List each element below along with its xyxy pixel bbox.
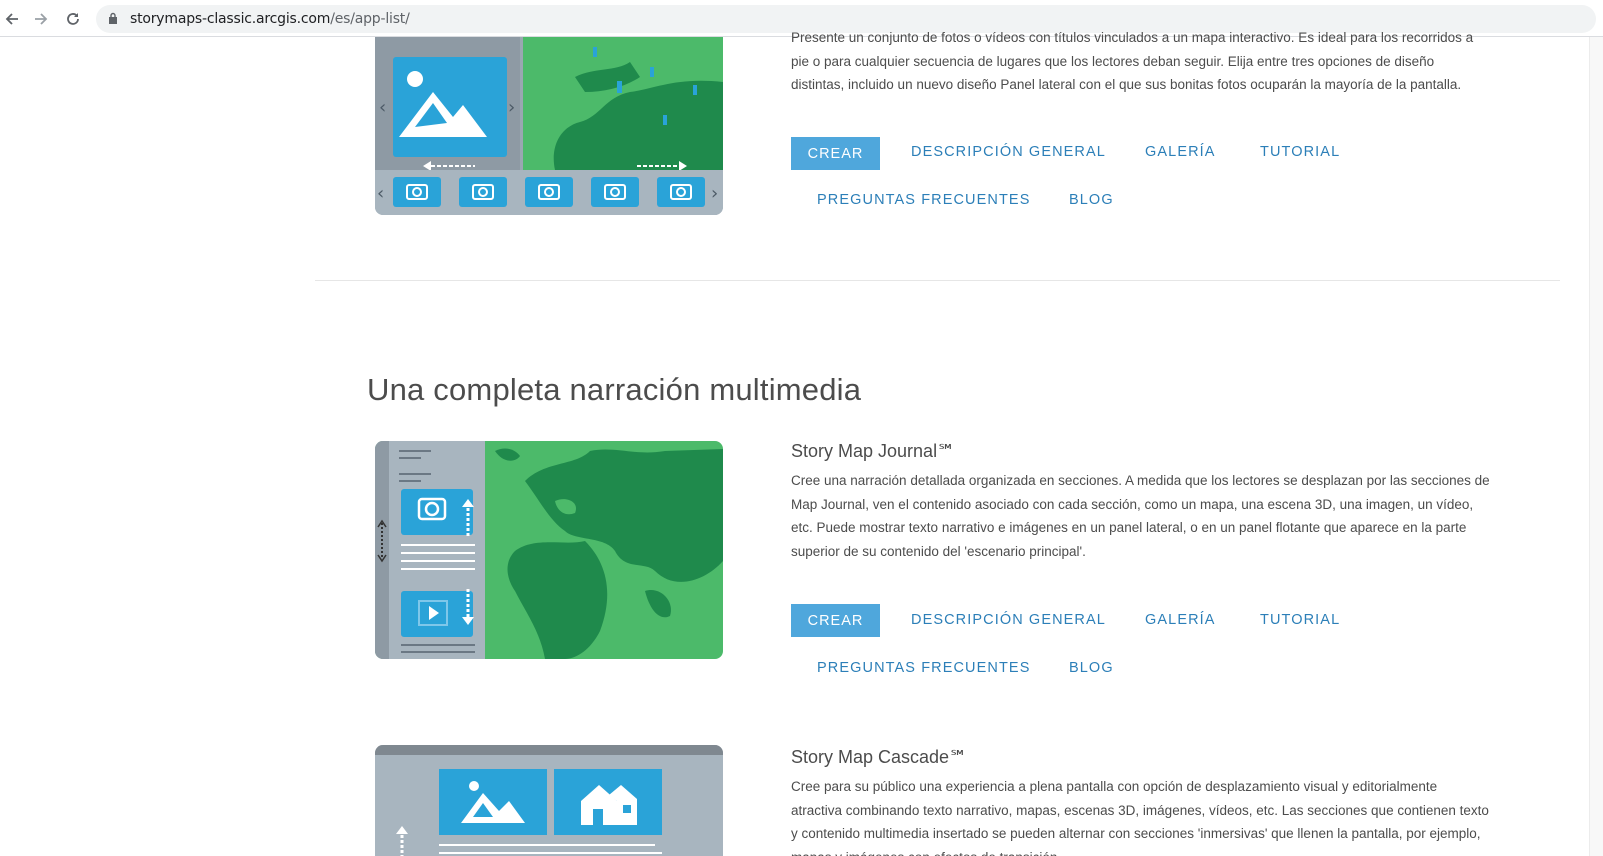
svg-text:‹: ‹	[379, 97, 386, 118]
gallery-link[interactable]: GALERÍA	[1145, 144, 1216, 160]
url-domain: storymaps-classic.arcgis.com	[130, 11, 331, 27]
journal-overview-link[interactable]: DESCRIPCIÓN GENERAL	[911, 612, 1106, 628]
svg-text:‹: ‹	[377, 183, 384, 204]
tutorial-link[interactable]: TUTORIAL	[1260, 144, 1340, 160]
section-title: Una completa narración multimedia	[367, 372, 862, 407]
create-button[interactable]: CREAR	[791, 137, 880, 170]
journal-tutorial-link[interactable]: TUTORIAL	[1260, 612, 1340, 628]
svg-text:›: ›	[508, 97, 515, 118]
back-arrow-icon[interactable]	[2, 9, 22, 29]
map-tour-illustration: ‹ › ‹ ›	[375, 37, 723, 215]
cascade-illustration	[375, 745, 723, 856]
faq-link[interactable]: PREGUNTAS FRECUENTES	[817, 192, 1030, 208]
cascade-title[interactable]: Story Map Cascade℠	[791, 747, 967, 768]
overview-link[interactable]: DESCRIPCIÓN GENERAL	[911, 144, 1106, 160]
cascade-description: Cree para su público una experiencia a p…	[791, 779, 1489, 856]
journal-gallery-link[interactable]: GALERÍA	[1145, 612, 1216, 628]
map-journal-illustration	[375, 441, 723, 659]
url-text: storymaps-classic.arcgis.com/es/app-list…	[130, 11, 410, 27]
journal-faq-link[interactable]: PREGUNTAS FRECUENTES	[817, 660, 1030, 676]
journal-create-button[interactable]: CREAR	[791, 604, 880, 637]
svg-text:›: ›	[711, 183, 718, 204]
journal-blog-link[interactable]: BLOG	[1069, 660, 1114, 676]
blog-link[interactable]: BLOG	[1069, 192, 1114, 208]
app1-description: Presente un conjunto de fotos o vídeos c…	[791, 30, 1474, 92]
scrollbar[interactable]	[1589, 37, 1603, 856]
reload-icon[interactable]	[63, 9, 83, 29]
forward-arrow-icon[interactable]	[31, 9, 51, 29]
journal-description: Cree una narración detallada organizada …	[791, 473, 1490, 559]
section-divider	[315, 280, 1560, 281]
url-path: /es/app-list/	[330, 11, 410, 27]
journal-title[interactable]: Story Map Journal℠	[791, 441, 955, 462]
lock-icon	[108, 12, 118, 30]
